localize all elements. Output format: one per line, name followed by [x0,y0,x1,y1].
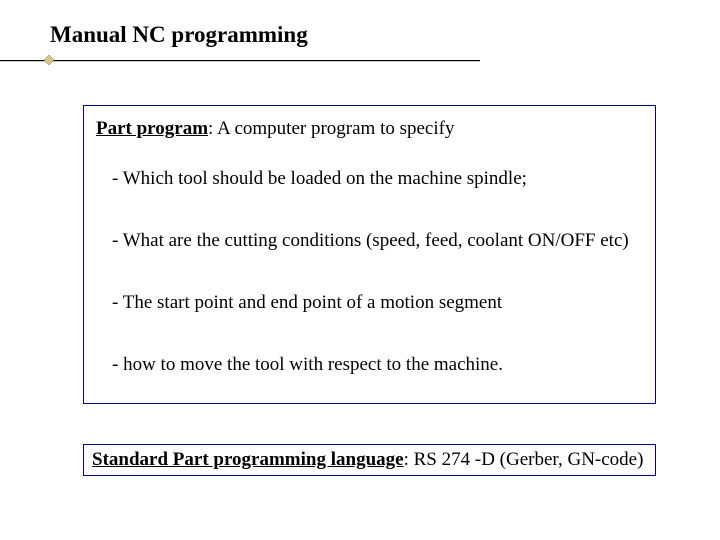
part-program-def-text: : A computer program to specify [208,118,454,139]
title-rule [0,60,480,62]
list-item: - What are the cutting conditions (speed… [112,230,645,252]
standard-language-box: Standard Part programming language: RS 2… [83,444,656,476]
title-bullet-icon [44,55,54,65]
standard-language-term: Standard Part programming language [92,449,404,470]
part-program-definition: Part program: A computer program to spec… [96,118,645,140]
list-item: - Which tool should be loaded on the mac… [112,168,645,190]
slide-title: Manual NC programming [50,22,308,48]
list-item: - The start point and end point of a mot… [112,292,645,314]
list-item: - how to move the tool with respect to t… [112,354,645,376]
part-program-box: Part program: A computer program to spec… [83,105,656,404]
slide: Manual NC programming Part program: A co… [0,0,720,540]
part-program-term: Part program [96,118,208,139]
part-program-items: - Which tool should be loaded on the mac… [94,168,645,376]
standard-language-value: : RS 274 -D (Gerber, GN-code) [404,449,644,470]
